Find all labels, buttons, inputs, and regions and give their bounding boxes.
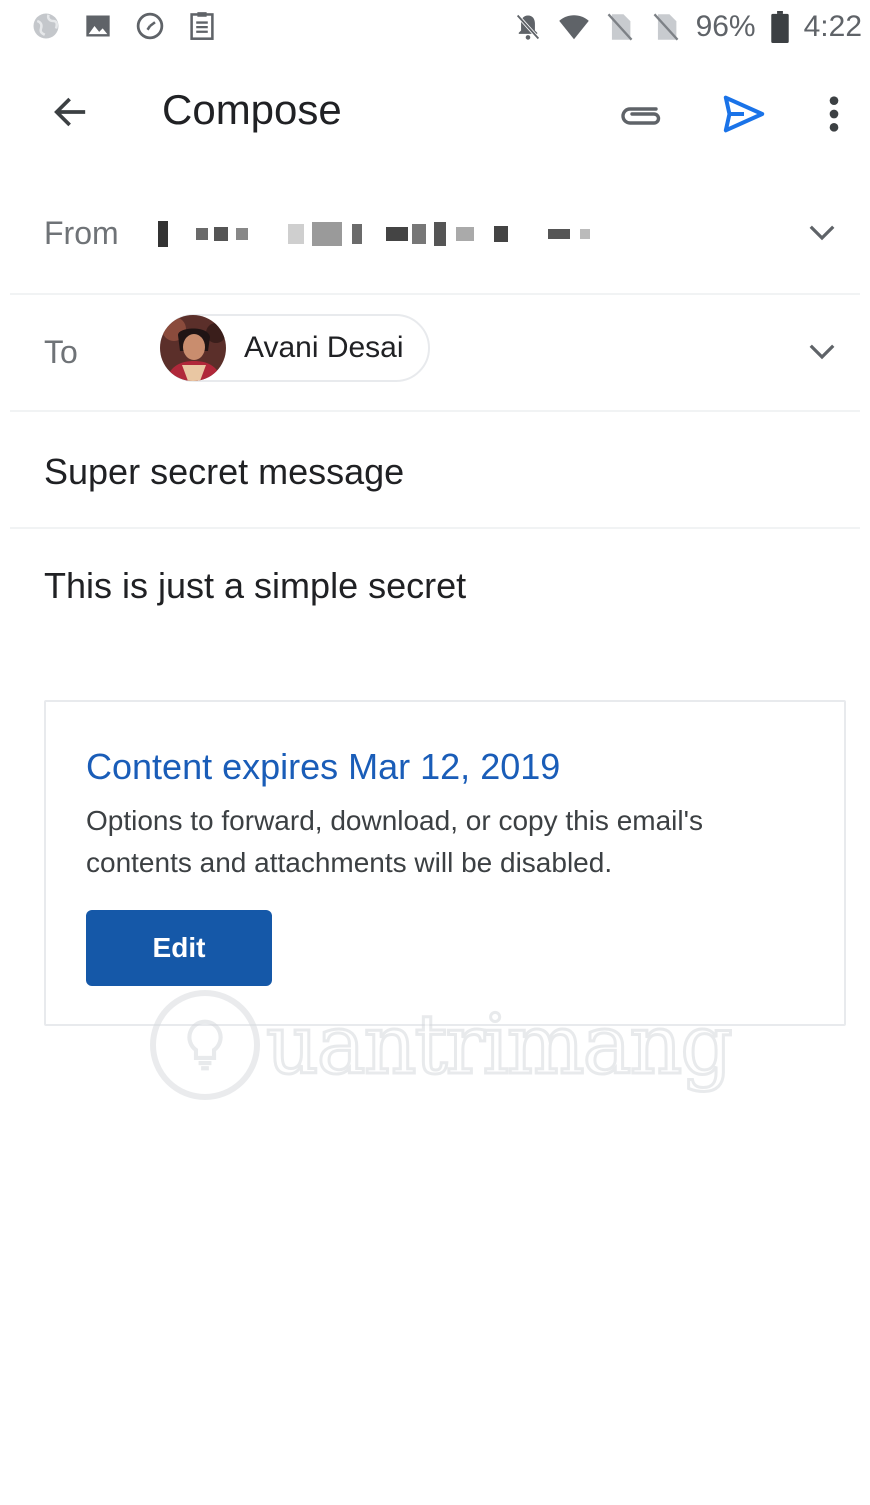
- body-row[interactable]: This is just a simple secret: [0, 535, 870, 655]
- clipboard-icon: [186, 10, 218, 42]
- watermark-text: uantrimang: [265, 996, 735, 1094]
- more-vert-icon: [829, 96, 839, 132]
- divider: [10, 293, 860, 295]
- from-row[interactable]: From: [0, 185, 870, 295]
- wifi-icon: [558, 11, 590, 43]
- image-icon: [82, 10, 114, 42]
- more-options-button[interactable]: [808, 82, 860, 146]
- to-expand-button[interactable]: [800, 330, 844, 374]
- watermark: uantrimang: [150, 985, 750, 1105]
- to-row[interactable]: To Avani Desai: [0, 298, 870, 413]
- divider: [10, 410, 860, 412]
- back-button[interactable]: [38, 80, 102, 144]
- no-sim-icon: [604, 11, 636, 43]
- from-expand-button[interactable]: [800, 211, 844, 255]
- chevron-down-icon: [809, 344, 835, 360]
- avatar: [160, 315, 226, 381]
- lightbulb-icon: [150, 990, 260, 1100]
- from-label: From: [44, 215, 119, 251]
- expiry-description: Options to forward, download, or copy th…: [86, 805, 703, 878]
- clock-icon: [134, 10, 166, 42]
- recipient-name: Avani Desai: [244, 331, 404, 364]
- body-field[interactable]: This is just a simple secret: [44, 565, 466, 607]
- app-bar: Compose: [0, 62, 870, 172]
- paperclip-icon: [621, 107, 661, 125]
- globe-icon: [30, 10, 62, 42]
- subject-row[interactable]: Super secret message: [0, 415, 870, 530]
- edit-button[interactable]: Edit: [86, 910, 272, 986]
- send-button[interactable]: [712, 82, 776, 146]
- divider: [10, 527, 860, 529]
- from-address-redacted: [158, 221, 590, 247]
- status-bar: 96% 4:22: [0, 0, 870, 58]
- battery-icon: [770, 11, 790, 43]
- send-icon: [723, 95, 765, 133]
- to-label: To: [44, 334, 78, 370]
- attach-button[interactable]: [610, 84, 674, 148]
- page-title: Compose: [162, 86, 342, 133]
- chevron-down-icon: [809, 225, 835, 241]
- expiry-title: Content expires Mar 12, 2019: [86, 746, 561, 787]
- recipient-chip[interactable]: Avani Desai: [160, 314, 430, 382]
- no-sim-icon: [650, 11, 682, 43]
- battery-percent: 96%: [695, 10, 756, 43]
- clock-time: 4:22: [803, 10, 862, 43]
- subject-field[interactable]: Super secret message: [44, 451, 404, 493]
- notifications-off-icon: [512, 11, 544, 43]
- arrow-back-icon: [54, 97, 86, 127]
- confidential-mode-card: Content expires Mar 12, 2019 Options to …: [44, 700, 846, 1026]
